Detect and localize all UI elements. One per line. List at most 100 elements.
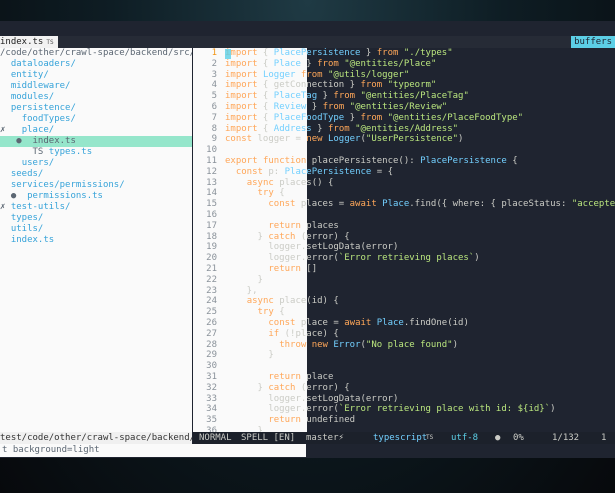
code-line: async places() {	[246, 177, 334, 188]
encoding-label: utf-8	[451, 433, 479, 443]
line-number: 12	[206, 166, 217, 177]
percent-label: 0%	[513, 433, 524, 443]
tree-item-label: modules/	[10, 92, 55, 102]
tree-item[interactable]: ● index.ts	[0, 136, 192, 147]
line-number: 18	[206, 231, 217, 242]
tree-item-marker: TS	[0, 147, 49, 157]
code-area[interactable]: import { PlacePersistence } from "./type…	[225, 48, 615, 432]
tree-item[interactable]: ✗ place/	[0, 125, 54, 136]
typescript-icon: TS	[46, 39, 54, 46]
tree-item-label: index.ts	[10, 235, 55, 245]
line-number: 3	[211, 69, 217, 80]
tab-index-ts[interactable]: index.ts TS	[0, 36, 58, 48]
code-line: import { PlaceTag } from "@entities/Plac…	[225, 91, 469, 102]
code-line: import { Place } from "@entities/Place"	[225, 58, 437, 69]
line-number: 11	[206, 156, 217, 166]
code-line: try {	[257, 307, 285, 318]
code-line: if (!place) {	[268, 328, 339, 339]
line-number: 7	[211, 112, 217, 123]
file-tree: /code/other/crawl-space/backend/src/ dat…	[0, 48, 192, 432]
command-line[interactable]: t background=light	[0, 444, 615, 457]
tree-item-marker	[0, 114, 22, 124]
line-number-gutter: 1 2 3 4 5 6 7 8 9 10 11 12 13 14 15 16 17 18 19 20 21 22 23 24 2…	[193, 48, 221, 432]
line-number: 13	[206, 177, 217, 188]
git-branch: master⚡	[306, 433, 344, 443]
line-number: 6	[211, 102, 217, 112]
line-number: 31	[206, 372, 217, 382]
code-line: }	[225, 274, 263, 285]
tab-label: index.ts	[0, 37, 44, 47]
tree-item[interactable]: dataloaders/	[0, 59, 76, 70]
tree-item-label: index.ts	[32, 136, 76, 146]
tree-item-marker	[0, 235, 11, 245]
code-line: logger.setLogData(error)	[225, 393, 399, 404]
tree-item-marker	[0, 180, 11, 190]
tree-item-label: test-utils/	[10, 202, 71, 212]
line-number: 22	[206, 274, 217, 285]
tree-item[interactable]: users/	[0, 158, 55, 169]
code-editor[interactable]: 1 2 3 4 5 6 7 8 9 10 11 12 13 14 15 16 17 18 19 20 21 22 23 24 2…	[193, 48, 615, 432]
code-line: } catch (error) {	[225, 231, 350, 242]
line-number: 32	[206, 382, 217, 393]
line-number: 23	[206, 285, 217, 296]
line-number: 10	[206, 145, 217, 156]
typescript-icon: TS	[426, 434, 434, 441]
tree-item-label: entity/	[10, 70, 49, 80]
tree-item[interactable]: seeds/	[0, 169, 44, 180]
tree-item[interactable]: foodTypes/	[0, 114, 76, 125]
line-number: 17	[206, 220, 217, 231]
tree-item[interactable]: types/	[0, 213, 44, 224]
tree-item[interactable]: index.ts	[0, 235, 54, 246]
tree-root-path[interactable]: /code/other/crawl-space/backend/src/	[0, 48, 192, 59]
tree-item[interactable]: persistence/	[0, 103, 76, 114]
tree-item-marker	[0, 59, 11, 69]
line-number: 16	[206, 210, 217, 220]
tabline: index.ts TS buffers	[0, 36, 615, 48]
tree-item[interactable]: ● permissions.ts	[0, 191, 103, 202]
line-number: 9	[211, 134, 217, 145]
code-line: } catch (error) {	[225, 382, 350, 393]
line-number: 14	[206, 188, 217, 199]
tree-item-marker	[0, 81, 11, 91]
code-line: try {	[257, 188, 285, 199]
code-line: return []	[268, 264, 318, 274]
tree-item[interactable]: entity/	[0, 70, 49, 81]
line-number: 21	[206, 264, 217, 274]
tree-item-marker	[0, 70, 11, 80]
spell-indicator: SPELL [EN]	[241, 433, 296, 443]
tree-item-label: seeds/	[10, 169, 44, 179]
mode-indicator: NORMAL	[199, 433, 232, 443]
code-line: logger.setLogData(error)	[225, 242, 399, 253]
line-number: 27	[206, 328, 217, 339]
line-number: 30	[206, 361, 217, 372]
code-line: }	[225, 350, 274, 361]
tree-item[interactable]: ✗ test-utils/	[0, 202, 70, 213]
line-number: 2	[211, 58, 217, 69]
tree-item-label: place/	[21, 125, 55, 135]
tree-item[interactable]: services/permissions/	[0, 180, 125, 191]
tree-item[interactable]: modules/	[0, 92, 54, 103]
code-line: const logger = new Logger("UserPersisten…	[225, 134, 464, 145]
line-number: 4	[211, 80, 217, 91]
tree-item[interactable]: TS types.ts	[0, 147, 93, 158]
cmdline-dark-bg	[306, 444, 615, 457]
tree-item-label: types.ts	[48, 147, 93, 157]
code-line: logger.error(`Error retrieving place wit…	[225, 404, 556, 415]
code-line: const places = await Place.find({ where:…	[268, 199, 615, 210]
tree-item[interactable]: middleware/	[0, 81, 71, 92]
tree-item[interactable]: utils/	[0, 224, 44, 235]
line-number: 25	[206, 307, 217, 318]
code-line: async place(id) {	[246, 296, 339, 307]
text-cursor	[225, 49, 231, 59]
buffers-label[interactable]: buffers	[571, 36, 615, 48]
line-number: 33	[206, 393, 217, 404]
code-line: },	[225, 285, 258, 296]
tree-item-marker	[0, 213, 11, 223]
code-line: import { getConnection } from "typeorm"	[225, 80, 437, 91]
line-number: 20	[206, 253, 217, 264]
tree-statusline: test/code/other/crawl-space/backend/src	[0, 432, 192, 444]
tree-item-label: middleware/	[10, 81, 71, 91]
tree-item-marker: ✗	[0, 125, 22, 135]
line-number: 8	[211, 123, 217, 134]
code-line: import { Address } from "@entities/Addre…	[225, 123, 459, 134]
